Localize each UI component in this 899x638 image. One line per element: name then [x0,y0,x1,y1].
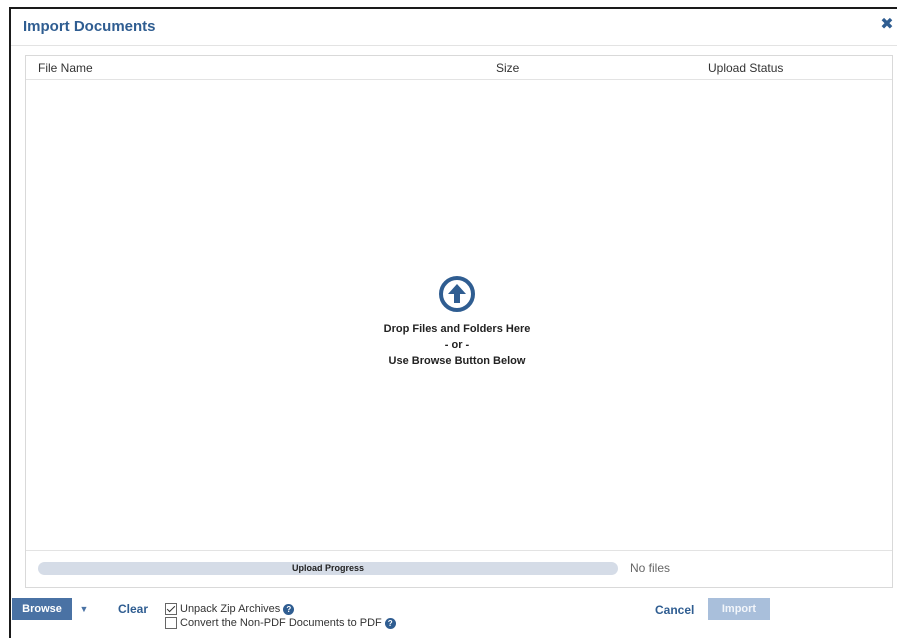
file-list-panel: File Name Size Upload Status Drop Files … [25,55,893,588]
convert-pdf-label: Convert the Non-PDF Documents to PDF [180,617,382,629]
upload-progress-label: Upload Progress [291,563,365,573]
dialog-title: Import Documents [23,18,156,35]
convert-pdf-checkbox[interactable] [165,617,177,629]
cancel-button[interactable]: Cancel [655,603,694,617]
dialog-titlebar: Import Documents ✖ [11,9,897,46]
help-icon[interactable]: ? [384,617,396,629]
drop-instruction-line3: Use Browse Button Below [388,355,526,367]
column-size[interactable]: Size [496,61,519,75]
column-upload-status[interactable]: Upload Status [708,61,783,75]
help-icon[interactable]: ? [283,603,295,615]
upload-progress-bar: Upload Progress [38,562,618,575]
import-documents-dialog: Import Documents ✖ File Name Size Upload… [9,7,897,638]
unpack-zip-checkbox[interactable] [165,603,177,615]
unpack-zip-option[interactable]: Unpack Zip Archives ? [165,602,295,616]
clear-button[interactable]: Clear [118,602,148,616]
drop-instruction-line2: - or - [444,339,470,351]
column-file-name[interactable]: File Name [38,61,93,75]
drop-zone[interactable]: Drop Files and Folders Here - or - Use B… [26,80,892,551]
upload-arrow-icon [439,276,475,312]
upload-progress-row: Upload Progress No files [26,551,892,589]
unpack-zip-label: Unpack Zip Archives [180,603,281,615]
caret-down-icon[interactable]: ▼ [74,598,94,620]
convert-pdf-option[interactable]: Convert the Non-PDF Documents to PDF ? [165,616,396,630]
drop-instruction-line1: Drop Files and Folders Here [383,323,531,335]
file-list-header: File Name Size Upload Status [26,56,892,80]
close-icon[interactable]: ✖ [879,17,895,33]
browse-button[interactable]: Browse [12,598,72,620]
upload-progress-status: No files [630,561,671,575]
import-button[interactable]: Import [708,598,770,620]
